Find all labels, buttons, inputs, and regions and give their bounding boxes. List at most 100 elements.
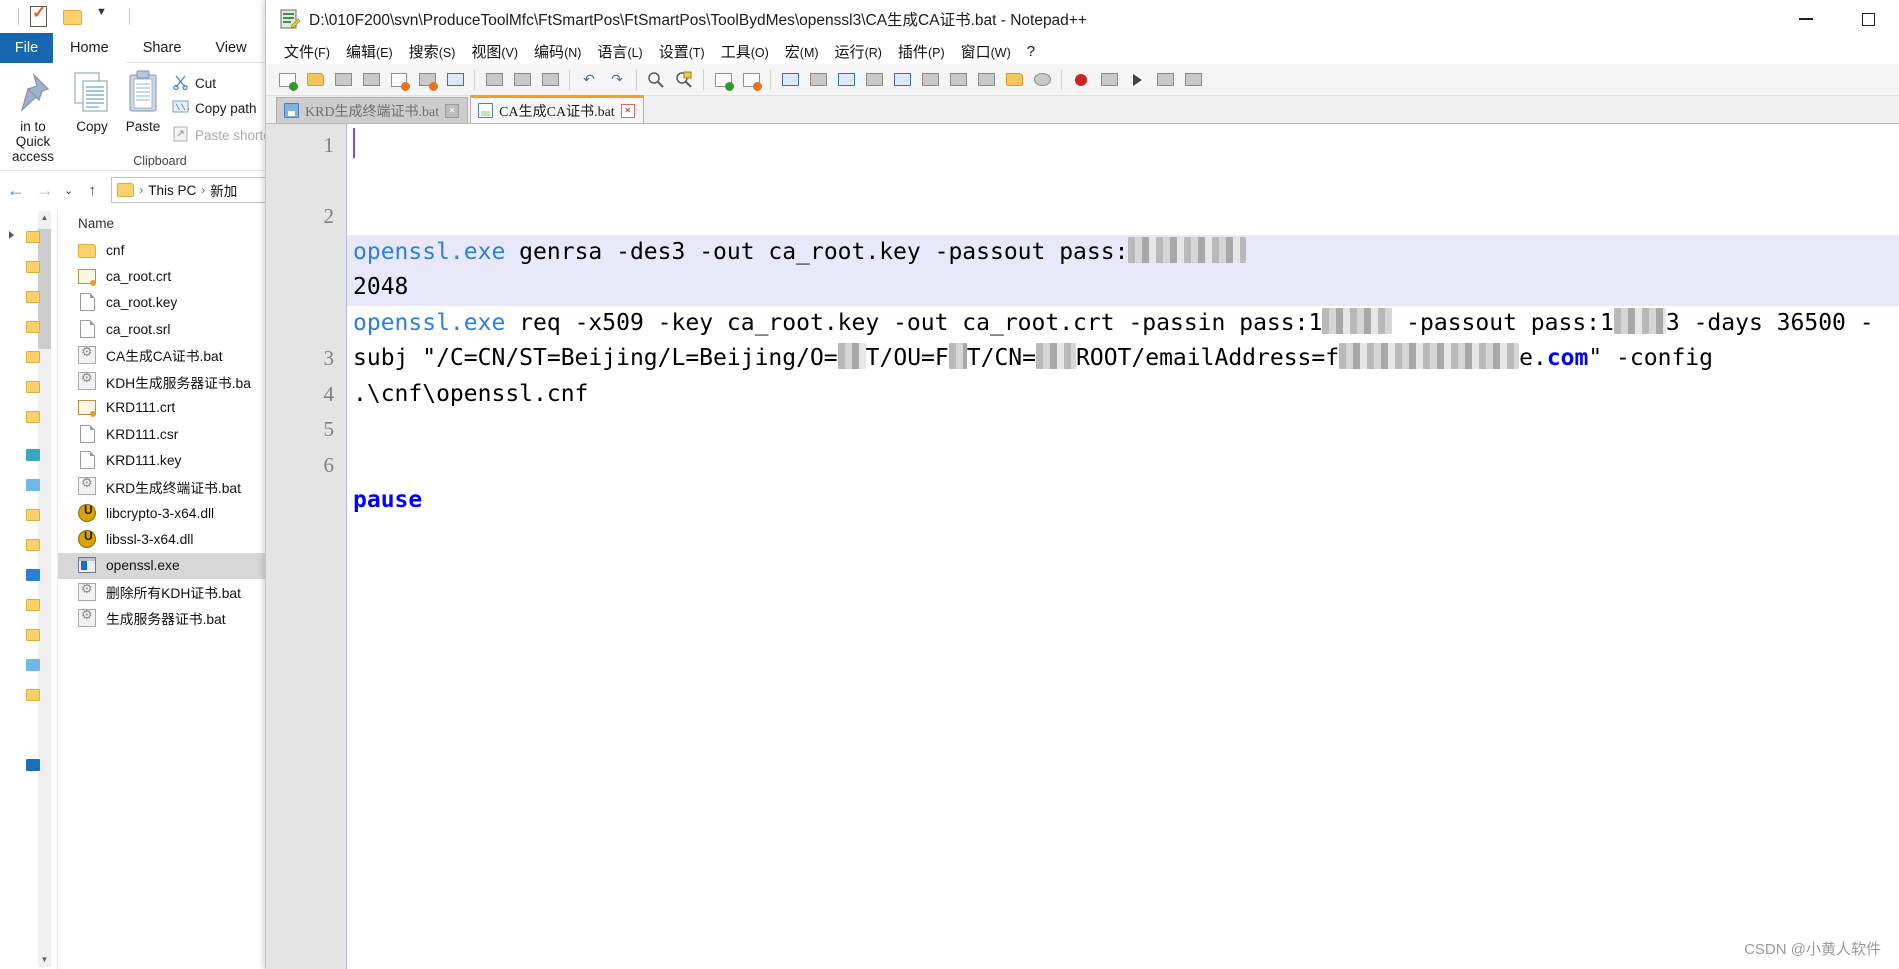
menu-item-8[interactable]: 工具(O) [713,39,777,64]
menu-item-12[interactable]: 窗口(W) [953,39,1019,64]
tree-item-folder-0[interactable] [26,231,40,243]
paste-button[interactable]: Paste [112,69,174,134]
cut-button[interactable]: Cut [172,73,216,93]
macro-record-icon[interactable] [1068,67,1094,93]
new-folder-icon[interactable] [63,6,85,28]
ribbon-tab-home[interactable]: Home [53,33,126,63]
cut-icon[interactable] [481,67,507,93]
tree-item-folder-9[interactable] [26,599,40,611]
tab-krd-terminal-cert[interactable]: KRD生成终端证书.bat × [276,97,469,123]
menu-item-13[interactable]: ? [1019,41,1043,62]
menu-item-9[interactable]: 宏(M) [777,39,827,64]
save-all-icon[interactable] [358,67,384,93]
tree-item-folder-10[interactable] [26,629,40,641]
menu-mnemonic: (S) [438,45,456,60]
minimize-button[interactable] [1775,0,1837,38]
show-ui-icon[interactable] [917,67,943,93]
tree-item-folder-8[interactable] [26,539,40,551]
menu-item-7[interactable]: 设置(T) [651,39,713,64]
tree-expander-0[interactable] [9,231,14,239]
folder-as-workspace-icon[interactable] [1029,67,1055,93]
new-file-icon[interactable] [274,67,300,93]
code-editor[interactable]: 1 2 3 4 5 6 openssl.exe genrsa -des3 -out ca_… [266,124,1899,969]
zoom-out-icon[interactable] [738,67,764,93]
pin-to-quick-access-button[interactable]: in to Quick access [2,69,64,164]
function-list-icon[interactable] [1001,67,1027,93]
zoom-in-icon[interactable] [710,67,736,93]
tree-item-folder-4[interactable] [26,351,40,363]
menu-item-11[interactable]: 插件(P) [890,39,953,64]
print-icon[interactable] [442,67,468,93]
tree-item-drive-0[interactable] [26,449,40,461]
tree-item-folder-5[interactable] [26,381,40,393]
menu-item-2[interactable]: 编辑(E) [338,39,401,64]
recent-locations-button[interactable]: ⌄ [64,184,73,197]
document-map-icon[interactable] [973,67,999,93]
ribbon-tab-view[interactable]: View [198,33,263,63]
copy-path-button[interactable]: \\.. Copy path [172,99,257,117]
close-gray-icon[interactable]: × [445,103,460,118]
ribbon-tab-file[interactable]: File [0,33,53,63]
word-wrap-icon[interactable] [833,67,859,93]
tab-ca-cert[interactable]: CA生成CA证书.bat × [470,95,644,123]
maximize-button[interactable] [1837,0,1899,38]
ribbon-tab-share[interactable]: Share [126,33,199,63]
menu-item-6[interactable]: 语言(L) [589,39,650,64]
text-caret [353,128,355,158]
tree-item-folder-7[interactable] [26,509,40,521]
code-line-4[interactable] [347,448,1899,484]
menu-item-5[interactable]: 编码(N) [526,39,589,64]
close-file-icon[interactable] [386,67,412,93]
up-button[interactable]: ↑ [82,182,102,199]
undo-icon[interactable]: ↶ [576,67,602,93]
customize-dropdown-icon[interactable]: ▼ [96,6,118,28]
paste-icon[interactable] [537,67,563,93]
indent-guide-icon[interactable] [889,67,915,93]
tree-item-network[interactable] [26,759,40,771]
menu-mnemonic: (N) [564,45,582,60]
titlebar[interactable]: D:\010F200\svn\ProduceToolMfc\FtSmartPos… [266,0,1899,38]
close-all-icon[interactable] [414,67,440,93]
code-line-2[interactable]: openssl.exe req -x509 -key ca_root.key -… [347,306,1899,413]
macro-save-icon[interactable] [1180,67,1206,93]
tree-item-folder-6[interactable] [26,411,40,423]
macro-stop-icon[interactable] [1096,67,1122,93]
code-line-1[interactable]: openssl.exe genrsa -des3 -out ca_root.ke… [347,234,1899,306]
menu-item-10[interactable]: 运行(R) [827,39,890,64]
tree-item-folder-1[interactable] [26,261,40,273]
tree-item-folder-11[interactable] [26,689,40,701]
tree-item-drive-2[interactable] [26,569,40,581]
close-red-icon[interactable]: × [620,103,635,118]
tree-item-drive-3[interactable] [26,659,40,671]
menu-item-4[interactable]: 视图(V) [463,39,526,64]
back-button[interactable]: ← [6,180,26,201]
copy-icon[interactable] [509,67,535,93]
save-icon[interactable] [330,67,356,93]
properties-check-icon[interactable] [30,5,52,28]
scroll-down-arrow[interactable]: ▼ [38,953,51,967]
show-all-chars-icon[interactable] [861,67,887,93]
code-line-6[interactable] [347,519,1899,555]
paste-shortcut-button[interactable]: Paste shortc [172,125,270,145]
code-line-5[interactable]: pause [347,483,1899,519]
user-defined-dialog-icon[interactable] [945,67,971,93]
code-line-3[interactable] [347,412,1899,448]
sync-horizontal-icon[interactable] [805,67,831,93]
tree-item-folder-3[interactable] [26,321,40,333]
replace-icon[interactable] [671,67,697,93]
code-area[interactable]: openssl.exe genrsa -des3 -out ca_root.ke… [346,124,1899,969]
scroll-up-arrow[interactable]: ▲ [38,211,51,225]
sync-vertical-icon[interactable] [777,67,803,93]
tree-item-folder-2[interactable] [26,291,40,303]
find-icon[interactable] [643,67,669,93]
macro-play-icon[interactable] [1124,67,1150,93]
tree-item-drive-1[interactable] [26,479,40,491]
macro-playmany-icon[interactable] [1152,67,1178,93]
forward-button[interactable]: → [35,180,55,201]
menu-item-3[interactable]: 搜索(S) [401,39,464,64]
breadcrumb-item-this-pc[interactable]: This PC [148,183,196,198]
breadcrumb-item-current[interactable]: 新加 [210,180,237,200]
open-file-icon[interactable] [302,67,328,93]
menu-item-1[interactable]: 文件(F) [276,39,338,64]
redo-icon[interactable]: ↷ [604,67,630,93]
